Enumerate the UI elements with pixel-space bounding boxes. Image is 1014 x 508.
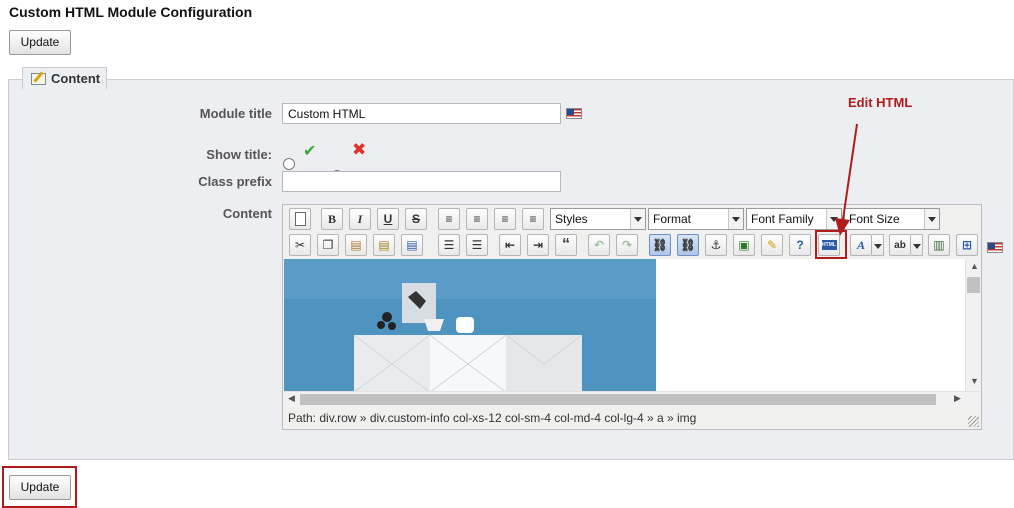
- format-select[interactable]: Format: [648, 208, 744, 230]
- anchor-icon[interactable]: ⚓: [705, 234, 727, 256]
- paste-icon[interactable]: ▤: [345, 234, 367, 256]
- strikethrough-icon[interactable]: S: [405, 208, 427, 230]
- new-document-icon[interactable]: [289, 208, 311, 230]
- link-icon[interactable]: ⛓: [649, 234, 671, 256]
- show-title-label: Show title:: [206, 147, 272, 162]
- bold-icon[interactable]: B: [321, 208, 343, 230]
- image-icon[interactable]: ▣: [733, 234, 755, 256]
- italic-icon[interactable]: I: [349, 208, 371, 230]
- vertical-scrollbar[interactable]: ▲ ▼: [965, 259, 981, 392]
- annotation-arrow: [835, 123, 858, 236]
- align-right-icon[interactable]: ≡: [494, 208, 516, 230]
- content-image[interactable]: [284, 259, 656, 392]
- undo-icon[interactable]: ↶: [588, 234, 610, 256]
- styles-select[interactable]: Styles: [550, 208, 646, 230]
- edit-icon: [31, 72, 46, 85]
- legend-label: Content: [51, 70, 101, 86]
- media-icon[interactable]: ▥: [928, 234, 950, 256]
- class-prefix-input[interactable]: [282, 171, 561, 192]
- language-flag-icon[interactable]: [566, 108, 582, 119]
- indent-icon[interactable]: ⇥: [527, 234, 549, 256]
- class-prefix-label: Class prefix: [198, 174, 272, 189]
- editor-content-area[interactable]: [284, 259, 965, 392]
- copy-icon[interactable]: ❐: [317, 234, 339, 256]
- help-icon[interactable]: ?: [789, 234, 811, 256]
- cross-icon: ✖: [352, 140, 367, 159]
- highlight-color-icon[interactable]: ab: [889, 234, 911, 256]
- redo-icon[interactable]: ↷: [616, 234, 638, 256]
- chevron-down-icon: [924, 209, 939, 229]
- bullet-list-icon[interactable]: ☰: [438, 234, 460, 256]
- blockquote-icon[interactable]: “: [555, 234, 577, 256]
- cut-icon[interactable]: ✂: [289, 234, 311, 256]
- align-justify-icon[interactable]: ≡: [522, 208, 544, 230]
- scroll-down-icon[interactable]: ▼: [970, 376, 979, 386]
- fieldset-legend: Content: [22, 67, 108, 89]
- hscroll-thumb[interactable]: [300, 394, 936, 405]
- chevron-down-icon: [630, 209, 645, 229]
- content-label: Content: [222, 206, 272, 221]
- page-title: Custom HTML Module Configuration: [9, 4, 253, 20]
- align-center-icon[interactable]: ≡: [466, 208, 488, 230]
- cleanup-icon[interactable]: ✎: [761, 234, 783, 256]
- module-title-input[interactable]: [282, 103, 561, 124]
- scroll-right-icon[interactable]: ▶: [954, 393, 961, 404]
- text-color-dropdown[interactable]: [872, 234, 884, 256]
- module-title-label: Module title: [199, 106, 272, 121]
- paste-text-icon[interactable]: ▤: [373, 234, 395, 256]
- update-button-top[interactable]: Update: [9, 30, 71, 55]
- unlink-icon[interactable]: ⛓: [677, 234, 699, 256]
- scroll-up-icon[interactable]: ▲: [970, 261, 979, 271]
- check-icon: ✔: [303, 143, 317, 160]
- highlight-color-dropdown[interactable]: [911, 234, 923, 256]
- outdent-icon[interactable]: ⇤: [499, 234, 521, 256]
- content-language-flag-icon[interactable]: [987, 242, 1003, 253]
- chevron-down-icon: [728, 209, 743, 229]
- table-icon[interactable]: ⊞: [956, 234, 978, 256]
- annotation-label: Edit HTML: [848, 95, 913, 110]
- numbered-list-icon[interactable]: ☰: [466, 234, 488, 256]
- editor-path-bar: Path: div.row » div.custom-info col-xs-1…: [284, 408, 981, 429]
- align-left-icon[interactable]: ≡: [438, 208, 460, 230]
- update-button-bottom[interactable]: Update: [9, 475, 71, 500]
- horizontal-scrollbar[interactable]: ◀ ▶: [284, 391, 981, 407]
- scroll-left-icon[interactable]: ◀: [288, 393, 295, 404]
- paste-word-icon[interactable]: ▤: [401, 234, 423, 256]
- show-title-yes-radio[interactable]: [283, 158, 295, 170]
- resize-handle-icon[interactable]: [968, 416, 979, 427]
- scroll-thumb[interactable]: [967, 277, 980, 293]
- annotation-highlight-html: [815, 230, 847, 259]
- underline-icon[interactable]: U: [377, 208, 399, 230]
